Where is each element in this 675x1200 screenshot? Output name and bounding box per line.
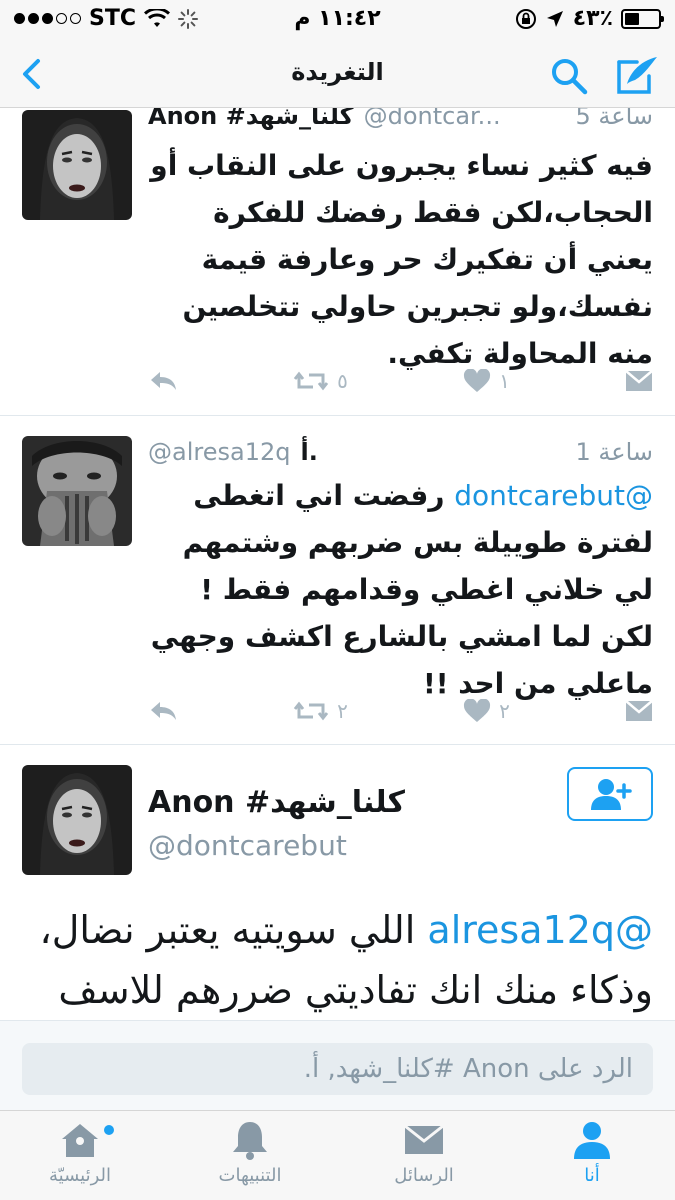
reply-bar: الرد على Anon #كلنا_شهد, أ.	[0, 1020, 675, 1120]
follow-button[interactable]	[567, 767, 653, 821]
avatar-image	[22, 436, 132, 546]
compose-icon[interactable]	[615, 54, 659, 96]
nav-bar: التغريدة	[0, 40, 675, 108]
tweet-text: فيه كثير نساء يجبرون على النقاب أو الحجا…	[150, 149, 653, 370]
author-handle[interactable]: @alresa12q	[148, 438, 290, 466]
mention-link[interactable]: @dontcarebut	[454, 479, 653, 512]
heart-icon	[464, 369, 491, 392]
reply-button[interactable]	[148, 699, 178, 723]
location-arrow-icon	[546, 10, 563, 27]
tab-label: الرئيسيّة	[49, 1165, 111, 1186]
tab-bar: الرئيسيّة التنبيهات الرسائل أنا	[0, 1110, 675, 1200]
bell-icon	[233, 1122, 267, 1160]
status-bar: STC ١١:٤٢ م ٤٣٪	[0, 0, 675, 40]
add-user-icon	[591, 779, 632, 810]
mention-link[interactable]: @alresa12q	[427, 908, 653, 952]
tweet-header: @alresa12q أ. 1 ساعة	[148, 438, 653, 466]
rotation-lock-icon	[515, 8, 536, 29]
tab-label: أنا	[584, 1165, 600, 1186]
retweet-icon	[293, 701, 329, 721]
notification-dot	[104, 1125, 114, 1135]
like-count: ١	[499, 369, 510, 393]
person-icon	[574, 1122, 610, 1159]
retweet-count: ٢	[337, 699, 348, 723]
tweet-time: 5 ساعة	[575, 108, 653, 130]
author-handle[interactable]: @dontcarebut	[148, 829, 347, 862]
tab-notifications[interactable]: التنبيهات	[180, 1119, 320, 1186]
tweet-header: Anon #كلنا_شهد @dontcar... 5 ساعة	[148, 108, 653, 130]
tweet-text: @dontcarebut رفضت اني اتغطى لفترة طوييلة…	[148, 472, 653, 707]
search-icon[interactable]	[549, 56, 589, 96]
battery-icon	[621, 8, 664, 29]
avatar[interactable]	[22, 436, 132, 546]
tab-label: التنبيهات	[218, 1165, 282, 1186]
reply-button[interactable]	[148, 369, 178, 393]
tab-me[interactable]: أنا	[522, 1119, 662, 1186]
retweet-count: ٥	[337, 369, 348, 393]
tweet-item[interactable]: Anon #كلنا_شهد @dontcar... 5 ساعة فيه كث…	[0, 108, 675, 416]
tweet-time: 1 ساعة	[575, 438, 653, 466]
tweet-text: @alresa12q اللي سويتيه يعتبر نضال، وذكاء…	[22, 900, 653, 1020]
author-name[interactable]: أ.	[300, 438, 317, 466]
reply-icon	[151, 372, 176, 390]
like-button[interactable]: ٢	[463, 699, 510, 723]
dm-button[interactable]	[625, 370, 653, 392]
heart-icon	[464, 699, 491, 722]
envelope-icon	[625, 370, 653, 391]
tweet-item[interactable]: @alresa12q أ. 1 ساعة @dontcarebut رفضت ا…	[0, 416, 675, 745]
tweet-actions: ٥ ١	[148, 366, 653, 396]
retweet-button[interactable]: ٥	[293, 369, 348, 393]
reply-input[interactable]: الرد على Anon #كلنا_شهد, أ.	[22, 1043, 653, 1095]
tab-label: الرسائل	[394, 1165, 454, 1186]
like-button[interactable]: ١	[463, 369, 510, 393]
avatar[interactable]	[22, 765, 132, 875]
avatar-image	[22, 110, 132, 220]
home-icon	[62, 1124, 98, 1157]
tweet-actions: ٢ ٢	[148, 696, 653, 726]
retweet-icon	[293, 371, 329, 391]
status-right: ٤٣٪	[515, 6, 664, 31]
tweet-text-content: رفضت اني اتغطى لفترة طوييلة بس ضربهم وشت…	[150, 479, 653, 700]
avatar-image	[22, 765, 132, 875]
author-handle[interactable]: @dontcar...	[364, 108, 501, 130]
author-name[interactable]: Anon #كلنا_شهد	[148, 108, 354, 130]
author-name[interactable]: Anon #كلنا_شهد	[148, 785, 405, 820]
envelope-icon	[404, 1124, 444, 1154]
dm-button[interactable]	[625, 700, 653, 722]
avatar[interactable]	[22, 110, 132, 220]
like-count: ٢	[499, 699, 510, 723]
tweet-detail: Anon #كلنا_شهد @dontcarebut @alresa12q ا…	[0, 745, 675, 1020]
tab-messages[interactable]: الرسائل	[354, 1119, 494, 1186]
retweet-button[interactable]: ٢	[293, 699, 348, 723]
envelope-icon	[625, 700, 653, 721]
reply-icon	[151, 702, 176, 720]
battery-percent: ٤٣٪	[572, 6, 613, 31]
tab-home[interactable]: الرئيسيّة	[10, 1119, 150, 1186]
